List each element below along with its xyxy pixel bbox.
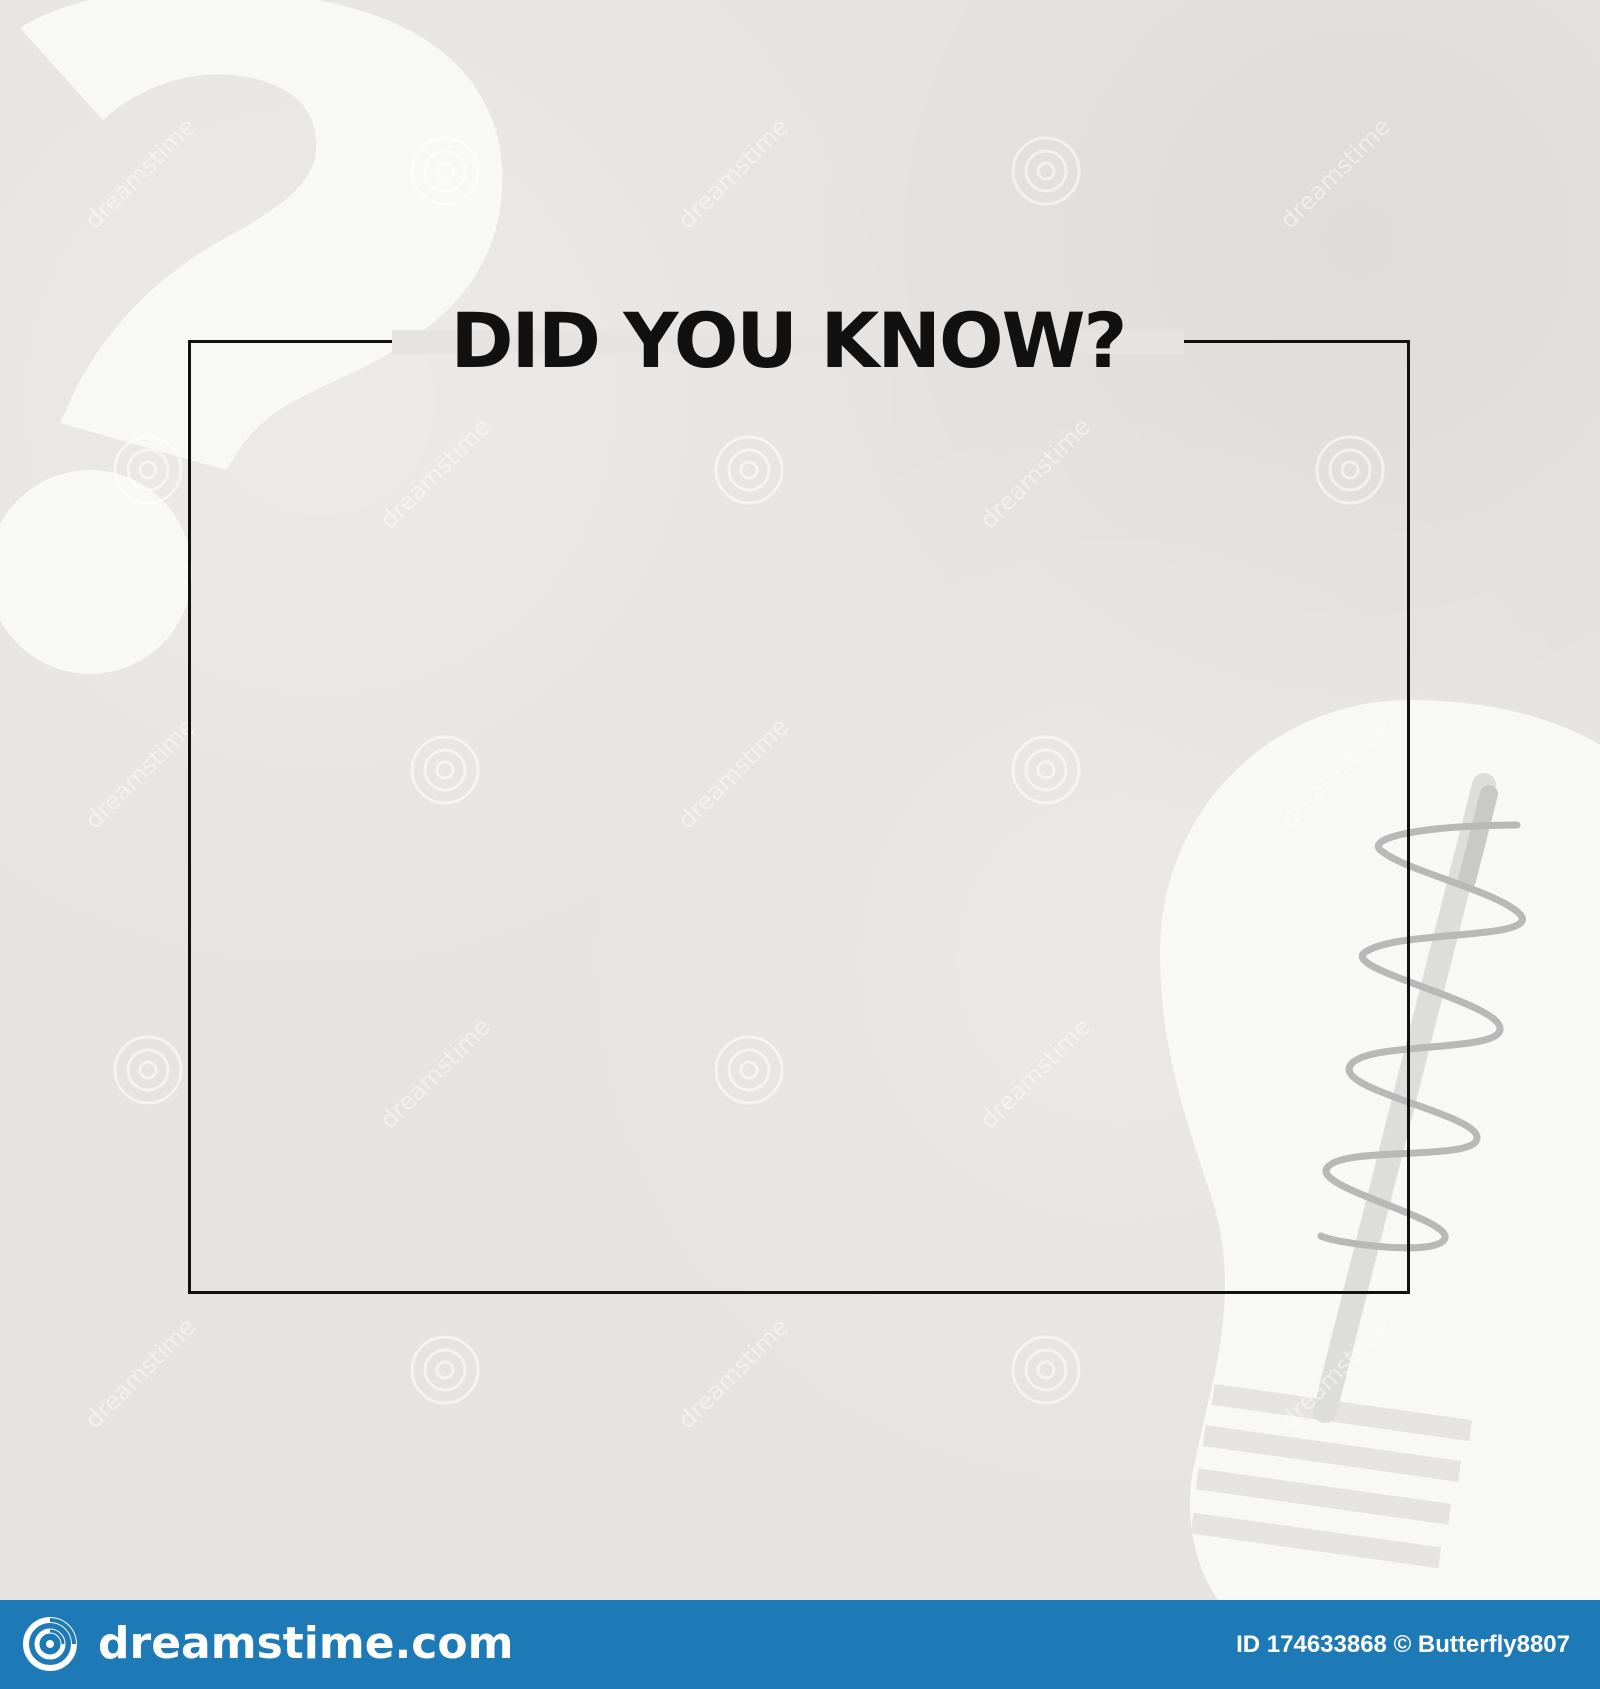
content-frame	[188, 340, 1410, 1294]
page-title: DID YOU KNOW?	[450, 296, 1127, 385]
spiral-logo-icon	[23, 1617, 77, 1671]
footer-credit: ID 174633868 © Butterfly8807	[1236, 1631, 1570, 1658]
poster-canvas: dreamstime dreamstime dreamstime dreamst…	[0, 0, 1600, 1600]
footer-wordmark: dreamstime.com	[98, 1618, 514, 1669]
footer-bar: dreamstime.com ID 174633868 © Butterfly8…	[0, 1600, 1600, 1689]
